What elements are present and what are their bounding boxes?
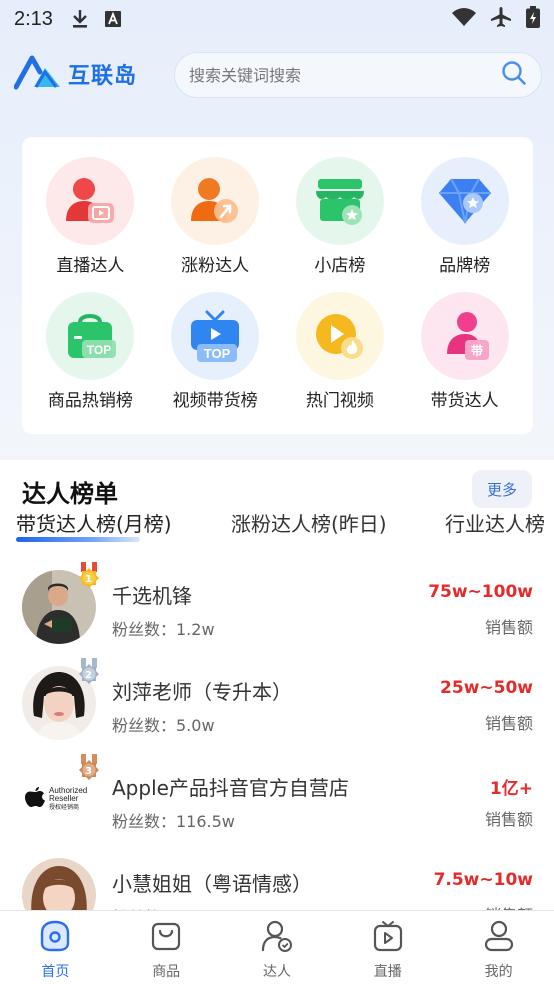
logo-icon xyxy=(13,54,62,94)
svg-text:带: 带 xyxy=(471,343,483,358)
medal-rank: 3 xyxy=(85,766,92,777)
wifi-icon xyxy=(452,7,476,31)
diamond-icon xyxy=(420,157,509,245)
svg-text:TOP: TOP xyxy=(204,346,231,361)
category-shop-rank[interactable]: 小店榜 xyxy=(278,157,403,292)
list-item[interactable]: 1 千选机锋 粉丝数：1.2w 75w~100w 销售额 xyxy=(0,562,554,658)
app-logo: 互联岛 xyxy=(13,54,138,94)
nav-goods[interactable]: 商品 xyxy=(111,911,222,984)
fans-count: 粉丝数：116.5w xyxy=(112,812,235,831)
category-label: 小店榜 xyxy=(314,256,366,276)
bag-top-icon: TOP xyxy=(46,291,135,380)
medal-gold-icon: 1 xyxy=(74,562,104,600)
fans-count: 粉丝数：5.0w xyxy=(112,716,215,735)
fans-count: 粉丝数：1.2w xyxy=(112,620,215,639)
status-right-icons xyxy=(452,5,540,33)
reseller-line-2: Reseller xyxy=(49,794,79,804)
category-live-talent[interactable]: 直播达人 xyxy=(28,157,153,292)
avatar-wrap: 1 xyxy=(22,562,99,644)
category-video-sales[interactable]: TOP 视频带货榜 xyxy=(153,291,278,427)
grow-fans-icon xyxy=(171,157,260,245)
category-label: 视频带货榜 xyxy=(172,390,258,411)
app-header: 互联岛 xyxy=(0,48,554,102)
section-divider xyxy=(0,456,554,460)
nav-label: 我的 xyxy=(484,964,513,980)
list-item[interactable]: Authorized Reseller 授权经销商 3 Apple产品抖音官方自… xyxy=(0,754,554,850)
reseller-line-3: 授权经销商 xyxy=(49,804,80,811)
medal-bronze-icon: 3 xyxy=(74,754,104,792)
tab-fans-yesterday[interactable]: 涨粉达人榜(昨日) xyxy=(231,508,387,537)
category-brand-rank[interactable]: 品牌榜 xyxy=(402,157,527,292)
apple-logo-icon xyxy=(24,784,46,814)
nav-label: 首页 xyxy=(41,964,70,980)
category-sales-talent[interactable]: 带 带货达人 xyxy=(402,291,527,427)
more-button[interactable]: 更多 xyxy=(472,470,532,508)
nav-home[interactable]: 首页 xyxy=(0,911,111,984)
category-hot-goods[interactable]: TOP 商品热销榜 xyxy=(28,291,153,427)
category-grid: 直播达人 涨粉达人 小店榜 品牌榜 TOP 商品热销榜 TOP 视频带货榜 热门… xyxy=(22,137,533,434)
ranking-title: 达人榜单 xyxy=(22,480,118,508)
sales-value: 7.5w~10w xyxy=(433,870,533,890)
sales-value: 75w~100w xyxy=(428,582,533,602)
download-icon xyxy=(71,9,89,29)
shop-icon xyxy=(295,157,384,245)
search-input[interactable] xyxy=(189,65,501,85)
nav-label: 达人 xyxy=(262,964,291,980)
talent-name: Apple产品抖音官方自营店 xyxy=(112,776,349,800)
logo-text: 互联岛 xyxy=(68,64,138,89)
airplane-icon xyxy=(490,6,512,33)
sales-value: 1亿+ xyxy=(489,779,533,799)
bag-icon xyxy=(149,919,183,957)
list-item[interactable]: 2 刘萍老师（专升本） 粉丝数：5.0w 25w~50w 销售额 xyxy=(0,658,554,754)
tv-top-icon: TOP xyxy=(171,291,260,380)
category-label: 直播达人 xyxy=(56,256,125,276)
sales-value: 25w~50w xyxy=(440,678,533,698)
tv-icon xyxy=(371,919,405,957)
category-hot-video[interactable]: 热门视频 xyxy=(278,291,403,427)
tab-sales-monthly[interactable]: 带货达人榜(月榜) xyxy=(16,508,172,537)
category-label: 带货达人 xyxy=(430,390,499,411)
talent-name: 刘萍老师（专升本） xyxy=(112,680,292,704)
live-person-icon xyxy=(46,157,135,245)
medal-silver-icon: 2 xyxy=(74,658,104,696)
medal-rank: 2 xyxy=(85,670,92,681)
nav-label: 直播 xyxy=(373,964,402,980)
status-time: 2:13 xyxy=(14,7,53,30)
search-icon[interactable] xyxy=(501,60,527,90)
category-label: 涨粉达人 xyxy=(181,256,250,276)
category-label: 热门视频 xyxy=(305,390,374,411)
nav-talent[interactable]: 达人 xyxy=(222,911,333,984)
nav-live[interactable]: 直播 xyxy=(332,911,443,984)
home-icon xyxy=(38,919,72,957)
avatar-wrap: Authorized Reseller 授权经销商 3 xyxy=(22,754,99,836)
category-grow-fans[interactable]: 涨粉达人 xyxy=(153,157,278,292)
sell-person-icon: 带 xyxy=(420,291,509,380)
search-bar[interactable] xyxy=(174,52,542,98)
tab-industry[interactable]: 行业达人榜 xyxy=(445,508,545,537)
medal-rank: 1 xyxy=(85,574,92,585)
battery-icon xyxy=(526,5,540,33)
a-icon xyxy=(104,11,121,27)
user-check-icon xyxy=(260,919,294,957)
category-label: 品牌榜 xyxy=(439,256,491,276)
active-tab-indicator xyxy=(16,537,140,542)
profile-icon xyxy=(482,919,516,957)
sales-label: 销售额 xyxy=(484,714,533,733)
bottom-nav: 首页 商品 达人 直播 我的 xyxy=(0,910,554,984)
nav-mine[interactable]: 我的 xyxy=(443,911,554,984)
status-bar: 2:13 xyxy=(0,0,554,38)
avatar-wrap: 2 xyxy=(22,658,99,740)
svg-text:TOP: TOP xyxy=(87,343,111,357)
category-label: 商品热销榜 xyxy=(47,390,133,411)
nav-label: 商品 xyxy=(152,964,181,980)
sales-label: 销售额 xyxy=(484,618,533,637)
play-fire-icon xyxy=(295,291,384,380)
talent-name: 千选机锋 xyxy=(112,584,192,608)
sales-label: 销售额 xyxy=(484,810,533,829)
talent-name: 小慧姐姐（粤语情感） xyxy=(112,872,312,896)
